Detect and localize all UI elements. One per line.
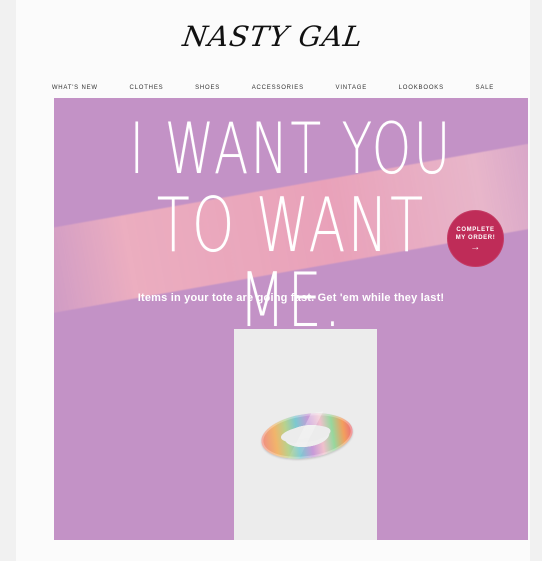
arrow-right-icon: → (470, 242, 481, 253)
nav-item-accessories[interactable]: ACCESSORIES (252, 85, 304, 91)
nav-item-lookbooks[interactable]: LOOKBOOKS (399, 85, 444, 91)
complete-order-label-line-1: COMPLETE (456, 227, 495, 233)
hero-banner[interactable]: I WANT YOU TO WANT ME. COMPLETE MY ORDER… (54, 98, 528, 540)
nav-item-shoes[interactable]: SHOES (195, 85, 220, 91)
nav-item-vintage[interactable]: VINTAGE (336, 85, 368, 91)
email-body: NASTY GAL WHAT'S NEW CLOTHES SHOES ACCES… (16, 0, 530, 561)
product-image-card[interactable] (234, 329, 377, 540)
nav-item-whats-new[interactable]: WHAT'S NEW (52, 85, 98, 91)
ring-icon (258, 407, 356, 465)
complete-order-button[interactable]: COMPLETE MY ORDER! → (447, 210, 504, 267)
brand-logo[interactable]: NASTY GAL (14, 20, 533, 53)
nav-item-sale[interactable]: SALE (476, 85, 495, 91)
main-navigation: WHAT'S NEW CLOTHES SHOES ACCESSORIES VIN… (16, 80, 530, 96)
complete-order-label-line-2: MY ORDER! (455, 235, 496, 241)
hero-subline: Items in your tote are going fast. Get '… (137, 292, 445, 304)
headline-line-2: TO WANT ME. (156, 181, 426, 344)
nav-item-clothes[interactable]: CLOTHES (129, 85, 163, 91)
headline-line-1: I WANT YOU (129, 108, 453, 190)
email-viewport: NASTY GAL WHAT'S NEW CLOTHES SHOES ACCES… (0, 0, 542, 561)
